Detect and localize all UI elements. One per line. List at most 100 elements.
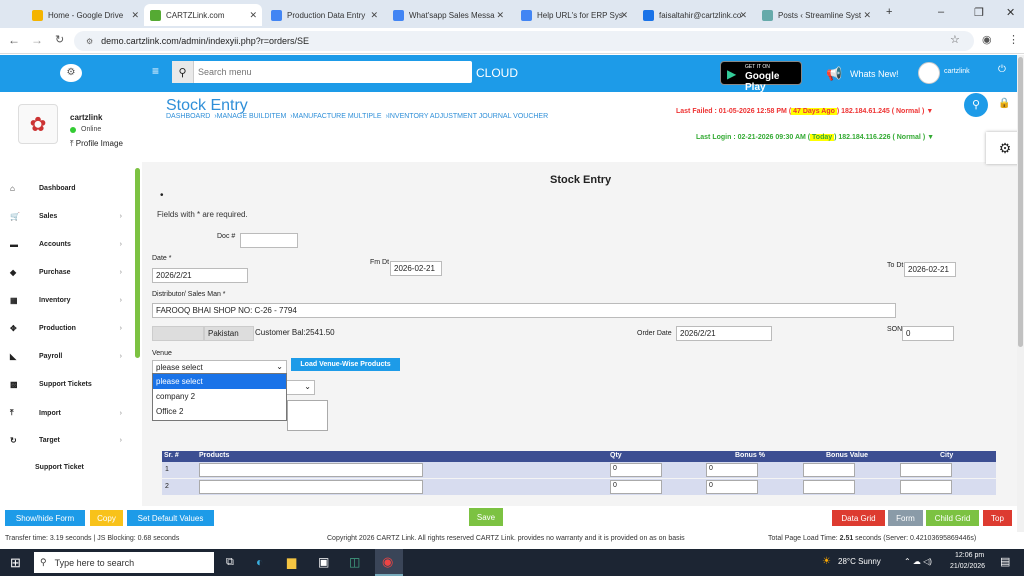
tab-label: faisaltahir@cartzlink.co xyxy=(659,10,742,20)
bonus-value-input[interactable] xyxy=(803,480,855,494)
tab-close-icon[interactable]: ✕ xyxy=(620,10,628,21)
browser-tab[interactable]: Production Data Entry ✕ xyxy=(265,4,383,26)
notifications-icon[interactable]: ▤ xyxy=(1000,555,1010,568)
to-dt-input[interactable]: 2026-02-21 xyxy=(904,262,956,277)
order-date-input[interactable]: 2026/2/21 xyxy=(676,326,772,341)
tray-icons[interactable]: ⌃ ☁ ◁) xyxy=(904,557,932,566)
search-menu-input[interactable] xyxy=(198,64,458,80)
windows-start-icon[interactable]: ⊞ xyxy=(10,555,21,571)
browser-tab[interactable]: What'sapp Sales Messa ✕ xyxy=(387,4,509,26)
load-venue-products-button[interactable]: Load Venue-Wise Products xyxy=(291,358,400,371)
qty-input[interactable]: 0 xyxy=(610,463,662,477)
tab-close-icon[interactable]: ✕ xyxy=(739,10,747,21)
date-input[interactable]: 2026/2/21 xyxy=(152,268,248,283)
sidebar-item-dashboard[interactable]: ⌂ Dashboard xyxy=(10,184,122,193)
grid-header-cell: Bonus % xyxy=(735,452,765,459)
profile-image-link[interactable]: ⤒ Profile Image xyxy=(70,139,123,149)
edge-icon[interactable]: ◐ xyxy=(256,555,263,569)
tab-close-icon[interactable]: ✕ xyxy=(863,10,871,21)
browser-tab[interactable]: CARTZLink.com ✕ xyxy=(144,4,262,26)
bookmark-star-icon[interactable]: ☆ xyxy=(950,33,960,46)
sidebar-item-target[interactable]: ↻ Target › xyxy=(10,436,122,445)
bonus-percent-input[interactable]: 0 xyxy=(706,463,758,477)
tab-close-icon[interactable]: ✕ xyxy=(496,10,504,21)
city-input[interactable] xyxy=(900,480,952,494)
son-input[interactable]: 0 xyxy=(902,326,954,341)
url-field[interactable]: ⚙ demo.cartzlink.com/admin/indexyii.php?… xyxy=(74,31,974,51)
sidebar-item-sales[interactable]: 🛒 Sales › xyxy=(10,212,122,221)
sidebar-item-inventory[interactable]: ▦ Inventory › xyxy=(10,296,122,305)
bonus-value-input[interactable] xyxy=(803,463,855,477)
distributor-input[interactable]: FAROOQ BHAI SHOP NO: C-26 - 7794 xyxy=(152,303,896,318)
sidebar-item-production[interactable]: ✥ Production › xyxy=(10,324,122,333)
sidebar-item-label: Dashboard xyxy=(39,185,76,192)
sidebar-item-accounts[interactable]: ▬ Accounts › xyxy=(10,240,122,249)
page-scrollbar-thumb[interactable] xyxy=(1018,57,1023,347)
product-input[interactable] xyxy=(199,480,423,494)
back-icon[interactable]: ← xyxy=(8,33,20,47)
tab-close-icon[interactable]: ✕ xyxy=(370,10,378,21)
hamburger-menu-icon[interactable]: ≡ xyxy=(152,64,159,78)
sidebar-item-support-ticket[interactable]: Support Ticket xyxy=(35,464,147,471)
whats-new-link[interactable]: Whats New! xyxy=(850,69,899,79)
minimize-icon[interactable]: – xyxy=(938,6,944,18)
browser-tab[interactable]: faisaltahir@cartzlink.co ✕ xyxy=(637,4,752,26)
copy-button[interactable]: Copy xyxy=(90,510,123,526)
sidebar-item-purchase[interactable]: ◆ Purchase › xyxy=(10,268,122,277)
browser-tab[interactable]: Posts ‹ Streamline Syst ✕ xyxy=(756,4,876,26)
set-default-values-button[interactable]: Set Default Values xyxy=(127,510,214,526)
chrome-taskbar-button[interactable]: ◉ xyxy=(375,549,403,576)
tab-close-icon[interactable]: ✕ xyxy=(249,10,257,21)
form-button[interactable]: Form xyxy=(888,510,923,526)
power-icon[interactable]: ⏻ xyxy=(998,64,1006,75)
forward-icon[interactable]: → xyxy=(31,33,43,47)
task-view-icon[interactable]: ⧉ xyxy=(226,556,234,569)
browser-tab[interactable]: Help URL's for ERP Sys ✕ xyxy=(515,4,633,26)
tab-close-icon[interactable]: ✕ xyxy=(131,10,139,21)
save-button[interactable]: Save xyxy=(469,508,503,526)
restore-icon[interactable]: ❐ xyxy=(974,6,984,19)
breadcrumb-link[interactable]: DASHBOARD xyxy=(166,113,210,120)
search-circle-icon[interactable]: ⚲ xyxy=(964,93,988,117)
remarks-textarea[interactable] xyxy=(287,400,328,431)
venue-option[interactable]: please select xyxy=(153,374,286,389)
qty-input[interactable]: 0 xyxy=(610,480,662,494)
lock-icon[interactable]: 🔒 xyxy=(998,98,1010,109)
venue-option[interactable]: company 2 xyxy=(153,389,286,404)
last-login-today: Today xyxy=(810,134,835,141)
close-window-icon[interactable]: ✕ xyxy=(1006,6,1015,19)
user-avatar[interactable] xyxy=(918,62,940,84)
fm-dt-input[interactable]: 2026-02-21 xyxy=(390,261,442,276)
outlook-icon[interactable]: ◫ xyxy=(349,555,360,569)
city-input[interactable] xyxy=(900,463,952,477)
sidebar-item-import[interactable]: ⤒ Import › xyxy=(10,408,122,418)
page-scrollbar[interactable] xyxy=(1017,55,1024,532)
search-icon[interactable]: ⚲ xyxy=(172,61,194,83)
google-play-button[interactable]: ▶ GET IT ON Google Play xyxy=(720,61,802,93)
doc-number-input[interactable] xyxy=(240,233,298,248)
child-grid-button[interactable]: Child Grid xyxy=(926,510,979,526)
menu-kebab-icon[interactable]: ⋮ xyxy=(1008,33,1019,46)
breadcrumb-link[interactable]: ›MANUFACTURE MULTIPLE xyxy=(290,113,381,120)
breadcrumb-link[interactable]: ›MANAGE BUILDITEM xyxy=(214,113,286,120)
windows-taskbar: ⊞ ⚲ Type here to search ⧉ ◐ ▆ ▣ ◫ ◉ ☀ 28°… xyxy=(0,549,1024,576)
taskbar-search-box[interactable]: ⚲ Type here to search xyxy=(34,552,214,573)
profile-icon[interactable]: ◉ xyxy=(982,33,992,46)
top-button[interactable]: Top xyxy=(983,510,1012,526)
site-info-icon[interactable]: ⚙ xyxy=(86,37,93,46)
show-hide-form-button[interactable]: Show/hide Form xyxy=(5,510,85,526)
new-tab-button[interactable]: + xyxy=(886,6,892,18)
bonus-percent-input[interactable]: 0 xyxy=(706,480,758,494)
reload-icon[interactable]: ↻ xyxy=(55,33,64,46)
store-icon[interactable]: ▣ xyxy=(318,555,329,569)
sidebar-scrollbar[interactable] xyxy=(135,168,140,358)
sidebar-item-payroll[interactable]: ◣ Payroll › xyxy=(10,352,122,361)
sidebar-item-support-tickets[interactable]: ▩ Support Tickets xyxy=(10,380,122,389)
data-grid-button[interactable]: Data Grid xyxy=(832,510,885,526)
product-input[interactable] xyxy=(199,463,423,477)
venue-option[interactable]: Office 2 xyxy=(153,404,286,419)
breadcrumb-link[interactable]: ›INVENTORY ADJUSTMENT JOURNAL VOUCHER xyxy=(386,113,549,120)
browser-tab[interactable]: Home - Google Drive ✕ xyxy=(26,4,144,26)
file-explorer-icon[interactable]: ▆ xyxy=(287,555,296,569)
secondary-select[interactable]: ⌄ xyxy=(287,380,315,395)
